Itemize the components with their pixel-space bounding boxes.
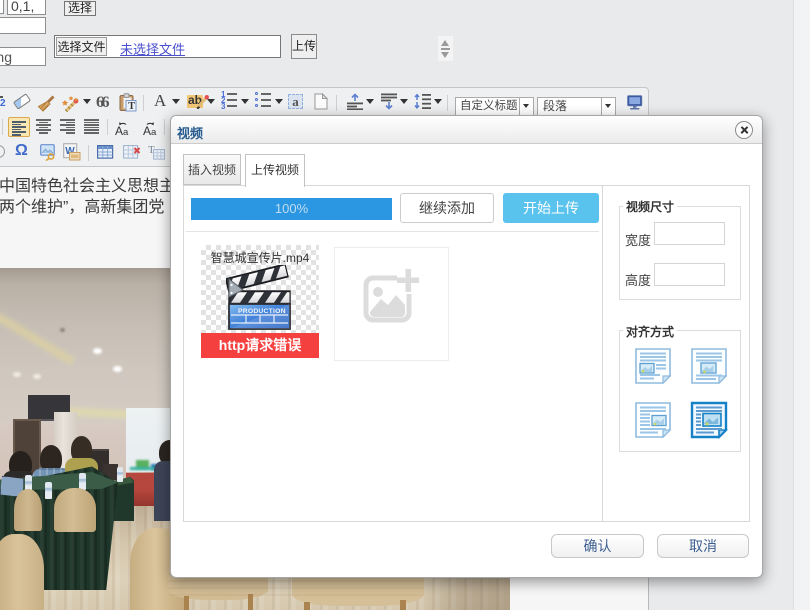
svg-text:a: a bbox=[151, 127, 157, 137]
svg-text:a: a bbox=[123, 127, 129, 137]
svg-text:A: A bbox=[115, 124, 123, 137]
svg-text:A: A bbox=[143, 124, 151, 137]
svg-text:T: T bbox=[128, 101, 135, 112]
